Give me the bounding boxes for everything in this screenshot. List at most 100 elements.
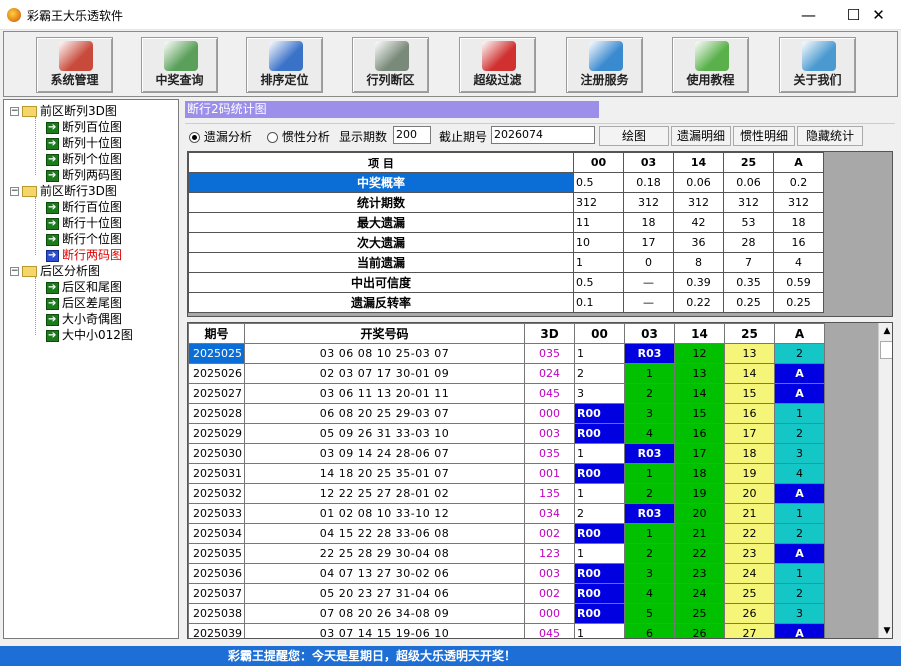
tree-item[interactable]: 大中小012图 bbox=[46, 327, 133, 344]
tree-item[interactable]: 断列十位图 bbox=[46, 135, 123, 152]
draws-cell: 2 bbox=[624, 483, 675, 504]
collapse-icon[interactable]: − bbox=[10, 267, 19, 276]
draws-row[interactable]: 2025039 03 07 14 15 19-06 10 045 1 6 26 27 A bbox=[188, 623, 825, 638]
tree-item[interactable]: 断行百位图 bbox=[46, 199, 123, 216]
chart-leaf-icon bbox=[46, 120, 59, 136]
tree-item-label: 断行百位图 bbox=[62, 200, 123, 214]
collapse-icon[interactable]: − bbox=[10, 107, 19, 116]
draws-cell: 1 bbox=[774, 563, 825, 584]
toolbar-button-3[interactable]: 行列断区 bbox=[352, 37, 429, 93]
draws-cell: 17 bbox=[674, 443, 725, 464]
draws-cell: 000 bbox=[524, 603, 575, 624]
draws-row[interactable]: 2025037 05 20 23 27 31-04 06 002 R00 4 24 25 2 bbox=[188, 583, 825, 604]
draws-row[interactable]: 2025028 06 08 20 25 29-03 07 000 R00 3 15 16 1 bbox=[188, 403, 825, 424]
draws-cell: A bbox=[774, 363, 825, 384]
stats-row-label: 次大遗漏 bbox=[188, 232, 574, 253]
draws-cell: 26 bbox=[674, 623, 725, 638]
missing-detail-button[interactable]: 遗漏明细 bbox=[671, 126, 731, 146]
draws-cell: A bbox=[774, 383, 825, 404]
draws-cell: 25 bbox=[724, 583, 775, 604]
draws-cell: 16 bbox=[724, 403, 775, 424]
draws-cell: 21 bbox=[724, 503, 775, 524]
draws-row[interactable]: 2025031 14 18 20 25 35-01 07 001 R00 1 18 19 4 bbox=[188, 463, 825, 484]
tree-group-2[interactable]: − 后区分析图 bbox=[10, 263, 100, 279]
toolbar-button-7[interactable]: 关于我们 bbox=[779, 37, 856, 93]
tree-group-0[interactable]: − 前区断列3D图 bbox=[10, 103, 117, 119]
collapse-icon[interactable]: − bbox=[10, 187, 19, 196]
folder-icon bbox=[22, 266, 37, 277]
tree-item[interactable]: 后区和尾图 bbox=[46, 279, 122, 296]
tree-item[interactable]: 大小奇偶图 bbox=[46, 311, 122, 328]
draws-cell: 14 bbox=[674, 383, 725, 404]
tree-item[interactable]: 断列个位图 bbox=[46, 151, 123, 168]
tree-item[interactable]: 断列两码图 bbox=[46, 167, 122, 184]
cutoff-input[interactable]: 2026074 bbox=[491, 126, 595, 144]
close-button[interactable]: ✕ bbox=[856, 0, 901, 30]
draws-header-cell: 期号 bbox=[188, 323, 245, 344]
draws-cell: 22 25 28 29 30-04 08 bbox=[244, 543, 525, 564]
tree-item[interactable]: 断行个位图 bbox=[46, 231, 122, 248]
stats-value-cell: 42 bbox=[673, 212, 724, 233]
toolbar-button-2[interactable]: 排序定位 bbox=[246, 37, 323, 93]
draws-cell: 2025039 bbox=[188, 623, 245, 638]
tree-item[interactable]: 断行十位图 bbox=[46, 215, 122, 232]
toolbar-button-4[interactable]: 超级过滤 bbox=[459, 37, 536, 93]
scroll-up-arrow-icon[interactable]: ▲ bbox=[879, 323, 892, 340]
draws-row[interactable]: 2025032 12 22 25 27 28-01 02 135 1 2 19 20 A bbox=[188, 483, 825, 504]
stats-value-cell: 28 bbox=[723, 232, 774, 253]
stats-value-cell: 0.39 bbox=[673, 272, 724, 293]
toolbar-button-6[interactable]: 使用教程 bbox=[672, 37, 749, 93]
draws-row[interactable]: 2025033 01 02 08 10 33-10 12 034 2 R03 20 21 1 bbox=[188, 503, 825, 524]
draws-header-cell: 03 bbox=[624, 323, 675, 344]
draws-cell: 24 bbox=[674, 583, 725, 604]
draws-cell: 03 09 14 24 28-06 07 bbox=[244, 443, 525, 464]
stats-row-label: 统计期数 bbox=[188, 192, 574, 213]
tree-group-1[interactable]: − 前区断行3D图 bbox=[10, 183, 117, 199]
chart-leaf-icon bbox=[46, 280, 59, 296]
stats-value-cell: 0.5 bbox=[573, 172, 624, 193]
radio-missing-analysis[interactable]: 遗漏分析 bbox=[189, 128, 252, 145]
draws-cell: A bbox=[774, 543, 825, 564]
vertical-scrollbar[interactable]: ▲ ▼ bbox=[878, 323, 892, 638]
draws-row[interactable]: 2025034 04 15 22 28 33-06 08 002 R00 1 21 22 2 bbox=[188, 523, 825, 544]
draws-row[interactable]: 2025038 07 08 20 26 34-08 09 000 R00 5 25 26 3 bbox=[188, 603, 825, 624]
tree-item-label: 后区差尾图 bbox=[62, 296, 123, 310]
tree-group-label: 前区断行3D图 bbox=[40, 184, 117, 198]
draws-cell: 23 bbox=[674, 563, 725, 584]
tree-item-label: 断列十位图 bbox=[62, 136, 123, 150]
toolbar-button-0[interactable]: 系统管理 bbox=[36, 37, 113, 93]
minimize-button[interactable]: — bbox=[786, 0, 831, 30]
draws-cell: 3 bbox=[624, 563, 675, 584]
tree-item[interactable]: 断列百位图 bbox=[46, 119, 122, 136]
scroll-thumb[interactable] bbox=[880, 341, 892, 359]
toolbar-button-5[interactable]: 注册服务 bbox=[566, 37, 643, 93]
hide-stats-button[interactable]: 隐藏统计 bbox=[797, 126, 863, 146]
draws-cell: 12 22 25 27 28-01 02 bbox=[244, 483, 525, 504]
draws-row[interactable]: 2025035 22 25 28 29 30-04 08 123 1 2 22 23 A bbox=[188, 543, 825, 564]
draws-cell: 13 bbox=[674, 363, 725, 384]
draws-row[interactable]: 2025029 05 09 26 31 33-03 10 003 R00 4 16 17 2 bbox=[188, 423, 825, 444]
draws-row[interactable]: 2025036 04 07 13 27 30-02 06 003 R00 3 23 24 1 bbox=[188, 563, 825, 584]
draws-cell: R03 bbox=[624, 443, 675, 464]
draws-row[interactable]: 2025025 03 06 08 10 25-03 07 035 1 R03 12 13 2 bbox=[188, 343, 825, 364]
stats-table-panel: 项 目 00 03 14 25 A 中奖概率 0.5 0.18 0.06 0.06 0.2 统计期数 31… bbox=[187, 151, 893, 317]
draws-cell: 2025028 bbox=[188, 403, 245, 424]
toolbar-button-1[interactable]: 中奖查询 bbox=[141, 37, 218, 93]
draws-header-cell: A bbox=[774, 323, 825, 344]
tree-item[interactable]: 断行两码图 bbox=[46, 247, 122, 264]
inertia-detail-button[interactable]: 惯性明细 bbox=[733, 126, 795, 146]
draws-row[interactable]: 2025030 03 09 14 24 28-06 07 035 1 R03 17 18 3 bbox=[188, 443, 825, 464]
draws-cell: 05 20 23 27 31-04 06 bbox=[244, 583, 525, 604]
draw-button[interactable]: 绘图 bbox=[599, 126, 669, 146]
periods-input[interactable]: 200 bbox=[393, 126, 431, 144]
cutoff-label: 截止期号 bbox=[439, 130, 488, 144]
draws-cell: 2025037 bbox=[188, 583, 245, 604]
radio-inertia-analysis[interactable]: 惯性分析 bbox=[267, 128, 330, 145]
scroll-down-arrow-icon[interactable]: ▼ bbox=[879, 623, 892, 638]
tree-item[interactable]: 后区差尾图 bbox=[46, 295, 123, 312]
draws-cell: R00 bbox=[574, 523, 625, 544]
draws-row[interactable]: 2025026 02 03 07 17 30-01 09 024 2 1 13 14 A bbox=[188, 363, 825, 384]
tree-item-label: 断列个位图 bbox=[62, 152, 123, 166]
chart-leaf-icon bbox=[46, 136, 59, 152]
draws-row[interactable]: 2025027 03 06 11 13 20-01 11 045 3 2 14 15 A bbox=[188, 383, 825, 404]
